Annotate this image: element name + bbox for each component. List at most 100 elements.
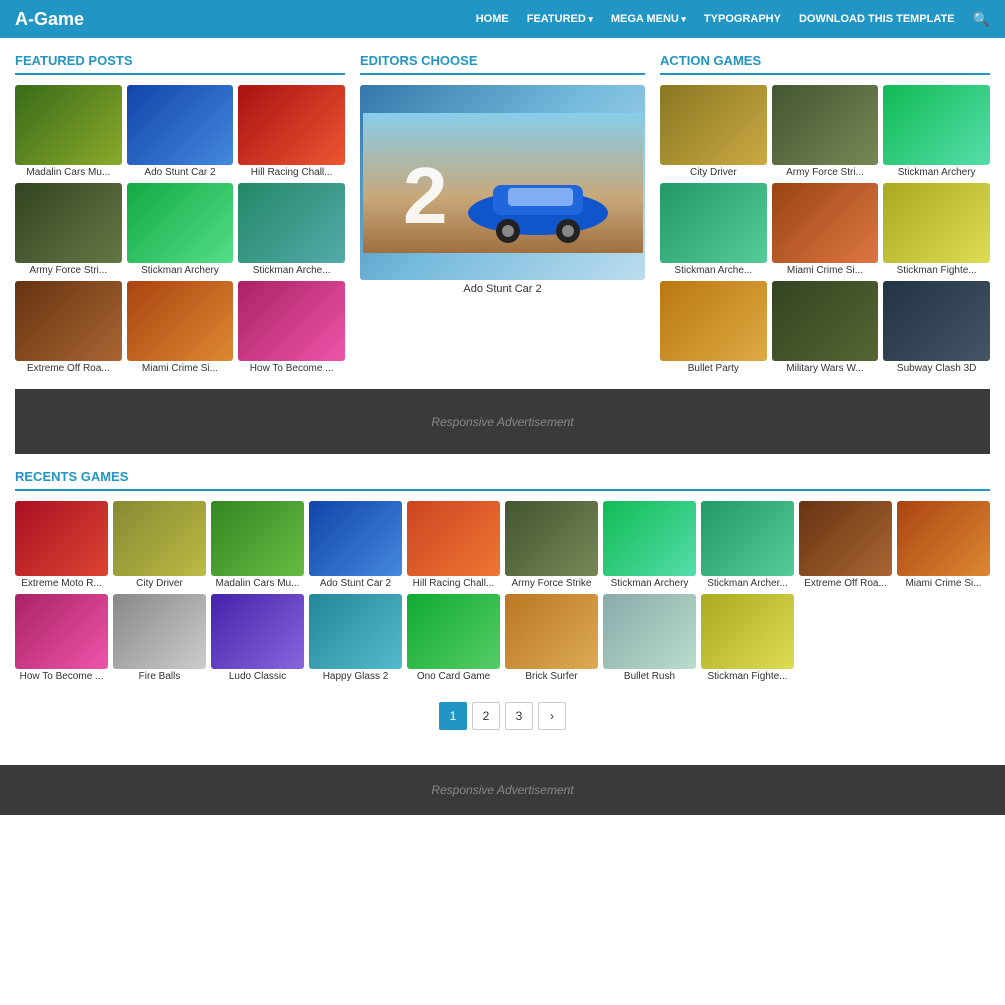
nav-featured[interactable]: FEATURED — [527, 13, 593, 25]
featured-game-7[interactable]: Extreme Off Roa... — [15, 281, 122, 374]
recent-label-18: Stickman Fighte... — [701, 671, 794, 682]
recents-row-2: How To Become ... Fire Balls Ludo Classi… — [15, 594, 990, 682]
footer-ad-text: Responsive Advertisement — [431, 783, 573, 797]
action-game-1[interactable]: City Driver — [660, 85, 767, 178]
recent-game-11[interactable]: How To Become ... — [15, 594, 108, 682]
action-label-8: Military Wars W... — [772, 363, 879, 374]
action-section: ACTION GAMES City Driver Army Force Stri… — [660, 53, 990, 374]
recent-game-2[interactable]: City Driver — [113, 501, 206, 589]
recent-thumb-3 — [211, 501, 304, 576]
action-game-6[interactable]: Stickman Fighte... — [883, 183, 990, 276]
action-label-3: Stickman Archery — [883, 167, 990, 178]
recent-thumb-11 — [15, 594, 108, 669]
recent-game-4[interactable]: Ado Stunt Car 2 — [309, 501, 402, 589]
recent-label-16: Brick Surfer — [505, 671, 598, 682]
featured-label-8: Miami Crime Si... — [127, 363, 234, 374]
action-game-2[interactable]: Army Force Stri... — [772, 85, 879, 178]
recent-game-10[interactable]: Miami Crime Si... — [897, 501, 990, 589]
action-game-8[interactable]: Military Wars W... — [772, 281, 879, 374]
page-btn-3[interactable]: 3 — [505, 702, 533, 730]
featured-label-9: How To Become ... — [238, 363, 345, 374]
recent-game-3[interactable]: Madalin Cars Mu... — [211, 501, 304, 589]
recent-thumb-14 — [309, 594, 402, 669]
featured-label-3: Hill Racing Chall... — [238, 167, 345, 178]
featured-label-4: Army Force Stri... — [15, 265, 122, 276]
action-game-3[interactable]: Stickman Archery — [883, 85, 990, 178]
action-game-4[interactable]: Stickman Arche... — [660, 183, 767, 276]
featured-game-5[interactable]: Stickman Archery — [127, 183, 234, 276]
action-thumb-8 — [772, 281, 879, 361]
recent-game-9[interactable]: Extreme Off Roa... — [799, 501, 892, 589]
recent-game-12[interactable]: Fire Balls — [113, 594, 206, 682]
page-btn-1[interactable]: 1 — [439, 702, 467, 730]
recent-thumb-10 — [897, 501, 990, 576]
nav-download[interactable]: DOWNLOAD THIS TEMPLATE — [799, 13, 955, 25]
recent-label-5: Hill Racing Chall... — [407, 578, 500, 589]
search-icon[interactable]: 🔍 — [973, 11, 990, 28]
featured-thumb-9 — [238, 281, 345, 361]
featured-game-1[interactable]: Madalin Cars Mu... — [15, 85, 122, 178]
featured-game-3[interactable]: Hill Racing Chall... — [238, 85, 345, 178]
recent-game-17[interactable]: Bullet Rush — [603, 594, 696, 682]
action-game-9[interactable]: Subway Clash 3D — [883, 281, 990, 374]
action-game-7[interactable]: Bullet Party — [660, 281, 767, 374]
recent-thumb-9 — [799, 501, 892, 576]
recent-game-6[interactable]: Army Force Strike — [505, 501, 598, 589]
action-label-4: Stickman Arche... — [660, 265, 767, 276]
featured-label-5: Stickman Archery — [127, 265, 234, 276]
recent-game-7[interactable]: Stickman Archery — [603, 501, 696, 589]
recent-label-3: Madalin Cars Mu... — [211, 578, 304, 589]
recent-label-15: Ono Card Game — [407, 671, 500, 682]
editors-main-label: Ado Stunt Car 2 — [360, 283, 645, 295]
featured-thumb-5 — [127, 183, 234, 263]
featured-grid: Madalin Cars Mu... Ado Stunt Car 2 Hill … — [15, 85, 345, 374]
recent-label-10: Miami Crime Si... — [897, 578, 990, 589]
editors-main-thumb[interactable]: 2 — [360, 85, 645, 280]
recent-game-8[interactable]: Stickman Archer... — [701, 501, 794, 589]
recent-game-15[interactable]: Ono Card Game — [407, 594, 500, 682]
action-thumb-6 — [883, 183, 990, 263]
nav-mega-menu[interactable]: MEGA MENU — [611, 13, 686, 25]
recent-thumb-8 — [701, 501, 794, 576]
recent-label-6: Army Force Strike — [505, 578, 598, 589]
recent-thumb-12 — [113, 594, 206, 669]
recent-game-18[interactable]: Stickman Fighte... — [701, 594, 794, 682]
nav-home[interactable]: HOME — [476, 13, 509, 25]
recent-label-11: How To Become ... — [15, 671, 108, 682]
action-thumb-3 — [883, 85, 990, 165]
action-thumb-1 — [660, 85, 767, 165]
recent-thumb-2 — [113, 501, 206, 576]
action-thumb-9 — [883, 281, 990, 361]
featured-thumb-7 — [15, 281, 122, 361]
logo[interactable]: A-Game — [15, 9, 84, 30]
recent-label-4: Ado Stunt Car 2 — [309, 578, 402, 589]
action-thumb-5 — [772, 183, 879, 263]
ad-banner-1: Responsive Advertisement — [15, 389, 990, 454]
recent-game-16[interactable]: Brick Surfer — [505, 594, 598, 682]
recent-label-2: City Driver — [113, 578, 206, 589]
featured-game-8[interactable]: Miami Crime Si... — [127, 281, 234, 374]
recent-game-13[interactable]: Ludo Classic — [211, 594, 304, 682]
nav-typography[interactable]: TYPOGRAPHY — [704, 13, 781, 25]
featured-game-9[interactable]: How To Become ... — [238, 281, 345, 374]
recent-game-14[interactable]: Happy Glass 2 — [309, 594, 402, 682]
recent-thumb-18 — [701, 594, 794, 669]
page-btn-2[interactable]: 2 — [472, 702, 500, 730]
action-game-5[interactable]: Miami Crime Si... — [772, 183, 879, 276]
action-label-2: Army Force Stri... — [772, 167, 879, 178]
featured-label-6: Stickman Arche... — [238, 265, 345, 276]
featured-label-1: Madalin Cars Mu... — [15, 167, 122, 178]
header: A-Game HOME FEATURED MEGA MENU TYPOGRAPH… — [0, 0, 1005, 38]
recent-thumb-1 — [15, 501, 108, 576]
featured-game-4[interactable]: Army Force Stri... — [15, 183, 122, 276]
featured-game-2[interactable]: Ado Stunt Car 2 — [127, 85, 234, 178]
recent-game-5[interactable]: Hill Racing Chall... — [407, 501, 500, 589]
recent-label-9: Extreme Off Roa... — [799, 578, 892, 589]
featured-game-6[interactable]: Stickman Arche... — [238, 183, 345, 276]
ad-text-1: Responsive Advertisement — [431, 415, 573, 429]
svg-text:2: 2 — [403, 151, 448, 240]
recent-game-1[interactable]: Extreme Moto R... — [15, 501, 108, 589]
editors-car-svg: 2 — [363, 113, 643, 253]
featured-section: FEATURED POSTS Madalin Cars Mu... Ado St… — [15, 53, 345, 374]
page-btn-next[interactable]: › — [538, 702, 566, 730]
